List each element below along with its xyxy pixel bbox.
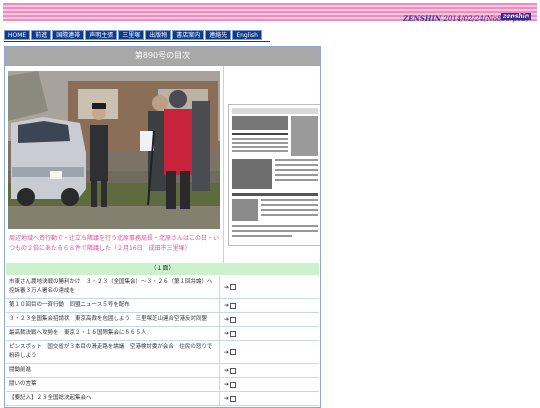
article-icons[interactable]: ➔ bbox=[220, 341, 319, 363]
toc-title[interactable]: ピンスポット 国交省が３本目の滑走路を論議 空港検討委が会合 住民の怒りで粉砕し… bbox=[6, 341, 220, 363]
arrow-icon: ➔ bbox=[224, 302, 230, 309]
nav-english[interactable]: English bbox=[232, 30, 262, 40]
nav-bookstores[interactable]: 書店案内 bbox=[172, 30, 205, 40]
toc-title[interactable]: 最高裁決戦へ攻勢を 東京２・１６国際集会に６６５人 bbox=[6, 327, 220, 340]
arrow-icon: ➔ bbox=[224, 381, 230, 388]
toc-title[interactable]: 闘いの言葉 bbox=[6, 378, 220, 391]
article-icons[interactable]: ➔ bbox=[220, 276, 319, 298]
doc-icon bbox=[230, 381, 237, 388]
toc-title[interactable]: 第１０回目の一斉行動 同盟ニュース５号を配布 bbox=[6, 299, 220, 312]
doc-icon bbox=[230, 330, 237, 337]
nav-statements[interactable]: 声明主張 bbox=[85, 30, 118, 40]
cover-photo[interactable] bbox=[8, 71, 220, 229]
arrow-icon: ➔ bbox=[224, 395, 230, 402]
nav-zenshin[interactable]: 前進 bbox=[31, 30, 52, 40]
newspaper-page-art bbox=[229, 105, 320, 245]
cover-photo-art bbox=[8, 71, 220, 229]
issue-line: ZENSHIN 2014/02/24(No890 p02) bbox=[403, 14, 529, 23]
toc-row: 最高裁決戦へ攻勢を 東京２・１６国際集会に６６５人 ➔ bbox=[6, 327, 319, 341]
nav-international[interactable]: 国際連帯 bbox=[52, 30, 85, 40]
issue-panel: 第890号の目次 周辺地域へ斉行動で・辻立ち隣議を行う北原事務局長・北原さんはこ… bbox=[4, 46, 321, 408]
nav-sanrizuka[interactable]: 三里塚 bbox=[118, 30, 145, 40]
doc-icon bbox=[230, 367, 237, 374]
nav-home[interactable]: HOME bbox=[4, 30, 31, 40]
article-icons[interactable]: ➔ bbox=[220, 313, 319, 326]
article-icons[interactable]: ➔ bbox=[220, 299, 319, 312]
arrow-icon: ➔ bbox=[224, 348, 230, 356]
nav-bar: HOME 前進 国際連帯 声明主張 三里塚 出版物 書店案内 連絡先 Engli… bbox=[4, 30, 262, 40]
toc-row: ３・２３全国集会招請状 東京高裁を包囲しよう 三里塚芝山連合空港反対同盟 ➔ bbox=[6, 313, 319, 327]
toc-title[interactable]: ３・２３全国集会招請状 東京高裁を包囲しよう 三里塚芝山連合空港反対同盟 bbox=[6, 313, 220, 326]
issue-info: 2014/02/24(No890 p02) bbox=[443, 15, 529, 23]
toc-title[interactable]: 市東さん農地決戦の勝利かけ ３・２３（全国集会）〜３・２６（第１回弁論）へ 控訴… bbox=[6, 276, 220, 298]
toc-row: 市東さん農地決戦の勝利かけ ３・２３（全国集会）〜３・２６（第１回弁論）へ 控訴… bbox=[6, 276, 319, 299]
toc-title[interactable]: 【要記入】２３全国総決起集会へ bbox=[6, 392, 220, 405]
column-divider bbox=[223, 66, 224, 264]
arrow-icon: ➔ bbox=[224, 330, 230, 337]
panel-title: 第890号の目次 bbox=[5, 47, 320, 66]
toc-row: ピンスポット 国交省が３本目の滑走路を論議 空港検討委が会合 住民の怒りで粉砕し… bbox=[6, 341, 319, 364]
doc-icon bbox=[230, 395, 237, 402]
nav-publications[interactable]: 出版物 bbox=[145, 30, 172, 40]
arrow-icon: ➔ bbox=[224, 283, 230, 291]
toc-row: 第１０回目の一斉行動 同盟ニュース５号を配布 ➔ bbox=[6, 299, 319, 313]
section-header: （１面） bbox=[6, 263, 319, 275]
article-icons[interactable]: ➔ bbox=[220, 327, 319, 340]
nav-divider bbox=[4, 41, 270, 42]
toc-title[interactable]: 闘動前進 bbox=[6, 364, 220, 377]
article-icons[interactable]: ➔ bbox=[220, 364, 319, 377]
newspaper-page-thumbnail[interactable] bbox=[228, 104, 320, 246]
article-icons[interactable]: ➔ bbox=[220, 378, 319, 391]
toc-row: 【要記入】２３全国総決起集会へ ➔ bbox=[6, 392, 319, 406]
arrow-icon: ➔ bbox=[224, 367, 230, 374]
doc-icon bbox=[230, 302, 237, 309]
nav-contact[interactable]: 連絡先 bbox=[205, 30, 232, 40]
doc-icon bbox=[230, 284, 237, 290]
doc-icon bbox=[230, 316, 237, 323]
toc-row: 闘動前進 ➔ bbox=[6, 364, 319, 378]
table-of-contents: 市東さん農地決戦の勝利かけ ３・２３（全国集会）〜３・２６（第１回弁論）へ 控訴… bbox=[6, 276, 319, 406]
doc-icon bbox=[230, 349, 237, 355]
article-icons[interactable]: ➔ bbox=[220, 392, 319, 405]
toc-row: 闘いの言葉 ➔ bbox=[6, 378, 319, 392]
paper-name: ZENSHIN bbox=[403, 14, 442, 23]
photo-caption: 周辺地域へ斉行動で・辻立ち隣議を行う北原事務局長・北原さんはこの日・いつもの２倍… bbox=[9, 235, 220, 252]
arrow-icon: ➔ bbox=[224, 316, 230, 323]
